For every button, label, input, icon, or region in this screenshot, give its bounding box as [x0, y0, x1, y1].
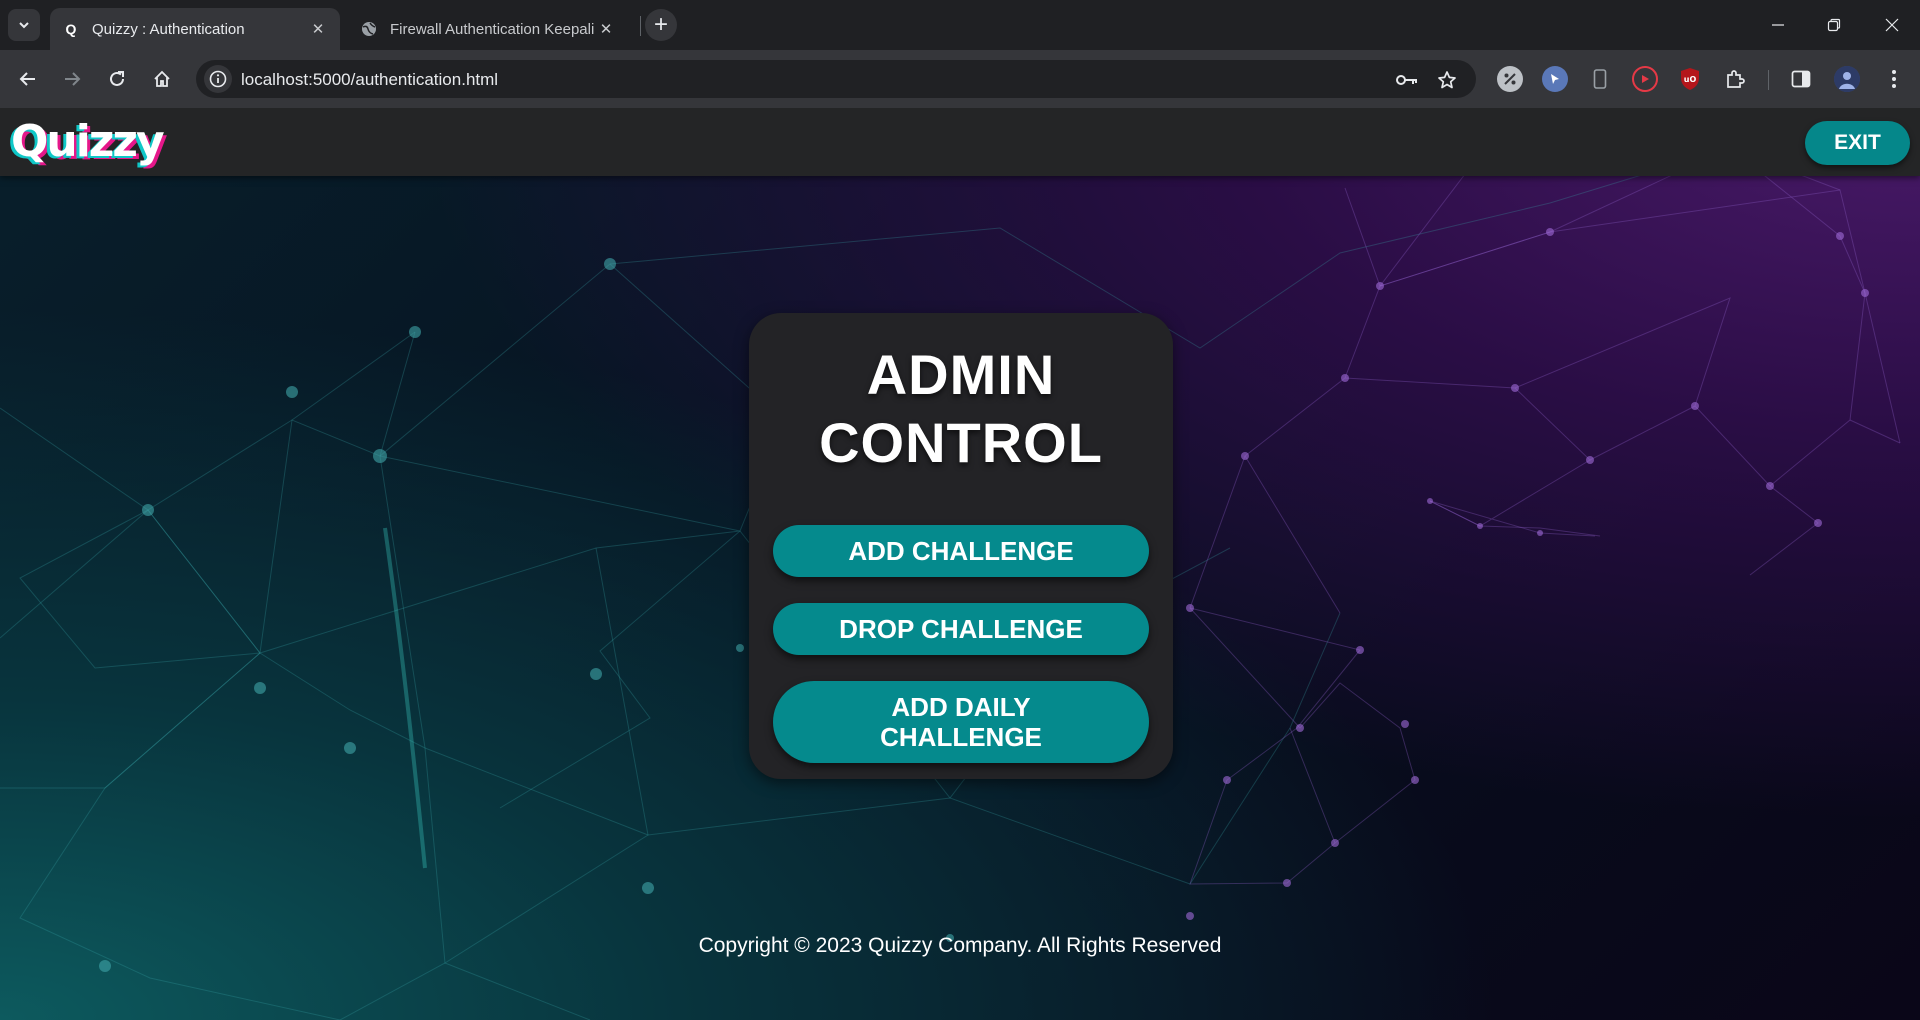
add-challenge-button[interactable]: ADD CHALLENGE	[773, 525, 1149, 577]
svg-text:uO: uO	[1684, 75, 1697, 84]
minimize-icon	[1772, 24, 1784, 26]
tab-close-icon[interactable]: ✕	[308, 19, 328, 39]
new-tab-button[interactable]: +	[645, 9, 677, 41]
back-button[interactable]	[10, 61, 46, 97]
exit-button[interactable]: EXIT	[1805, 121, 1910, 165]
arrow-left-icon	[19, 72, 35, 86]
close-icon	[1885, 18, 1899, 32]
app-header: Quizzy EXIT	[0, 108, 1920, 176]
more-vertical-icon	[1892, 70, 1896, 88]
password-key-button[interactable]	[1396, 69, 1418, 91]
arrow-right-icon	[65, 72, 81, 86]
forward-button[interactable]	[54, 61, 90, 97]
drop-challenge-button[interactable]: DROP CHALLENGE	[773, 603, 1149, 655]
add-daily-challenge-button[interactable]: ADD DAILY CHALLENGE	[773, 681, 1149, 763]
address-bar[interactable]: localhost:5000/authentication.html	[196, 60, 1476, 98]
page-title: ADMIN CONTROL	[749, 341, 1173, 477]
mobile-device-icon[interactable]	[1587, 66, 1613, 92]
quizzy-logo[interactable]: Quizzy	[11, 116, 165, 167]
site-info-button[interactable]	[204, 65, 232, 93]
title-line-1: ADMIN	[866, 343, 1056, 406]
globe-icon	[360, 20, 378, 38]
side-panel-icon[interactable]	[1788, 66, 1814, 92]
add-daily-challenge-label: ADD DAILY CHALLENGE	[880, 692, 1042, 752]
page-background: Quizzy EXIT ADMIN CONTROL ADD CHALLENGE …	[0, 108, 1920, 1020]
video-play-extension-icon[interactable]	[1632, 66, 1658, 92]
bookmark-button[interactable]	[1436, 69, 1458, 91]
tab-search-button[interactable]	[8, 9, 40, 41]
title-line-2: CONTROL	[819, 411, 1103, 474]
tab-close-icon[interactable]: ✕	[596, 19, 616, 39]
reload-button[interactable]	[99, 61, 135, 97]
copyright-footer: Copyright © 2023 Quizzy Company. All Rig…	[698, 934, 1222, 957]
key-icon	[1396, 75, 1417, 85]
browser-menu-button[interactable]	[1876, 61, 1912, 97]
extensions-puzzle-icon[interactable]	[1722, 66, 1748, 92]
home-icon	[154, 70, 170, 87]
restore-window-button[interactable]	[1806, 0, 1862, 50]
ublock-shield-icon[interactable]: uO	[1677, 66, 1703, 92]
tab-divider	[640, 16, 641, 36]
url-text[interactable]: localhost:5000/authentication.html	[241, 70, 498, 90]
cursor-extension-icon[interactable]	[1542, 66, 1568, 92]
tab-title: Quizzy : Authentication	[92, 20, 245, 38]
admin-control-card: ADMIN CONTROL ADD CHALLENGE DROP CHALLEN…	[749, 313, 1173, 779]
quizzy-favicon-icon: Q	[65, 21, 77, 37]
toolbar-divider	[1768, 70, 1769, 90]
browser-tab-strip: Q Quizzy : Authentication ✕ Firewall Aut…	[0, 0, 1920, 50]
tab-quizzy-authentication[interactable]: Q Quizzy : Authentication ✕	[50, 8, 340, 50]
minimize-window-button[interactable]	[1750, 0, 1806, 50]
close-window-button[interactable]	[1864, 0, 1920, 50]
info-icon	[209, 70, 227, 88]
chevron-down-icon	[19, 22, 29, 29]
profile-avatar[interactable]	[1834, 66, 1860, 92]
coupon-extension-icon[interactable]	[1497, 66, 1523, 92]
browser-toolbar: localhost:5000/authentication.html uO	[0, 50, 1920, 108]
home-button[interactable]	[144, 61, 180, 97]
tab-title: Firewall Authentication Keepali	[390, 20, 595, 38]
reload-icon	[110, 71, 124, 86]
tab-firewall-authentication[interactable]: Firewall Authentication Keepali ✕	[348, 8, 628, 50]
star-icon	[1438, 71, 1456, 89]
restore-icon	[1827, 18, 1841, 32]
